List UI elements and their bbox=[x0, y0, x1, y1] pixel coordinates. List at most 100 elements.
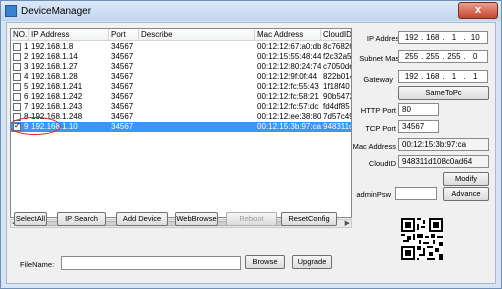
file-name-label: FileName: bbox=[20, 260, 55, 269]
table-row[interactable]: 4 192.168.1.28 34567 00:12:12:9f:0f:44 822b0… bbox=[11, 72, 351, 82]
web-browse-button[interactable]: WebBrowse bbox=[175, 212, 218, 226]
tcp-port-label: TCP Port bbox=[365, 124, 396, 133]
table-row[interactable]: 3 192.168.1.27 34567 00:12:12:80:24:74 c7050… bbox=[11, 62, 352, 72]
cell-mac: 00:12:12:67:a0:db bbox=[257, 42, 321, 51]
gw-seg-4: 1 bbox=[472, 72, 478, 81]
cell-port: 34567 bbox=[111, 62, 134, 71]
row-checkbox[interactable] bbox=[13, 73, 21, 81]
same-to-pc-button[interactable]: SameToPc bbox=[398, 86, 489, 100]
select-all-button[interactable]: SelectAll bbox=[14, 212, 47, 226]
cloud-id-label: CloudID bbox=[368, 159, 396, 168]
cell-port: 34567 bbox=[111, 92, 134, 101]
add-device-button[interactable]: Add Device bbox=[116, 212, 168, 226]
cell-describe bbox=[139, 122, 255, 132]
tcp-port-field[interactable]: 34567 bbox=[398, 120, 439, 133]
gw-seg-3: 1 bbox=[451, 72, 457, 81]
cell-describe bbox=[139, 62, 255, 72]
row-checkbox[interactable] bbox=[13, 83, 21, 91]
table-row[interactable]: 6 192.168.1.242 34567 00:12:12:fc:58:21 90b5… bbox=[11, 92, 352, 102]
cell-cloud: 90b5472 bbox=[323, 92, 352, 101]
file-name-field[interactable] bbox=[61, 256, 241, 270]
gw-seg-2: 168 bbox=[426, 72, 440, 81]
cell-ip: 192.168.1.27 bbox=[31, 62, 78, 71]
row-checkbox[interactable] bbox=[13, 103, 21, 111]
cell-ip: 192.168.1.242 bbox=[31, 92, 83, 101]
cell-port: 34567 bbox=[111, 72, 134, 81]
cell-mac: 00:12:12:fc:58:21 bbox=[257, 92, 319, 101]
ip-seg-1: 192 bbox=[404, 33, 419, 42]
table-row[interactable]: 1 192.168.1.8 34567 00:12:12:67:a0:db 8c7682… bbox=[11, 42, 352, 52]
mac-address-field[interactable]: 00:12:15:3b:97:ca bbox=[398, 138, 489, 151]
table-row[interactable]: 9192.168.1.103456700:12:15:3b:97:ca94831… bbox=[11, 121, 351, 132]
admin-password-field[interactable] bbox=[395, 187, 437, 200]
table-header: NO. IP Address Port Describe Mac Address… bbox=[11, 29, 351, 41]
device-manager-window: DeviceManager x NO. IP Address Port Desc… bbox=[0, 0, 502, 289]
close-button[interactable]: x bbox=[458, 2, 498, 19]
col-ip[interactable]: IP Address bbox=[29, 29, 109, 41]
window-title: DeviceManager bbox=[21, 6, 92, 17]
col-describe[interactable]: Describe bbox=[139, 29, 255, 41]
cell-cloud: c7050de bbox=[323, 62, 352, 71]
mask-seg-2: 255 bbox=[426, 52, 440, 61]
row-checkbox[interactable] bbox=[13, 63, 21, 71]
cell-mac: 00:12:15:55:48:44 bbox=[257, 52, 321, 61]
mask-seg-1: 255 bbox=[404, 52, 419, 61]
ip-search-button[interactable]: IP Search bbox=[57, 212, 106, 226]
reboot-button[interactable]: Reboot bbox=[226, 212, 277, 226]
row-checkbox[interactable] bbox=[13, 93, 21, 101]
cell-ip: 192.168.1.14 bbox=[31, 52, 78, 61]
browse-button[interactable]: Browse bbox=[245, 255, 285, 269]
col-mac[interactable]: Mac Address bbox=[255, 29, 321, 41]
table-row[interactable]: 8 192.168.1.248 34567 00:12:12:ee:38:80 7d57… bbox=[11, 112, 352, 122]
cell-port: 34567 bbox=[111, 122, 134, 131]
cell-port: 34567 bbox=[111, 102, 134, 111]
gateway-label: Gateway bbox=[363, 75, 393, 84]
row-checkbox[interactable] bbox=[13, 43, 21, 51]
table-row[interactable]: 2 192.168.1.14 34567 00:12:15:55:48:44 f2c32… bbox=[11, 52, 351, 62]
cloud-id-field[interactable]: 948311d108c0ad64 bbox=[398, 155, 489, 168]
upgrade-button[interactable]: Upgrade bbox=[292, 255, 332, 269]
qr-code-image bbox=[401, 218, 443, 260]
cell-cloud: 7d57c49 bbox=[323, 112, 352, 121]
mask-seg-4: 0 bbox=[472, 52, 478, 61]
mask-seg-3: 255 bbox=[447, 52, 461, 61]
cell-mac: 00:12:12:ee:38:80 bbox=[257, 112, 321, 121]
col-port[interactable]: Port bbox=[109, 29, 139, 41]
cell-ip: 192.168.1.8 bbox=[31, 42, 74, 51]
http-port-label: HTTP Port bbox=[360, 106, 396, 115]
cell-describe bbox=[139, 42, 255, 52]
gw-seg-1: 192 bbox=[404, 72, 419, 81]
cell-port: 34567 bbox=[111, 42, 134, 51]
title-bar: DeviceManager x bbox=[1, 1, 501, 21]
table-row[interactable]: 7 192.168.1.243 34567 00:12:12:fc:57:dc fd4d… bbox=[11, 102, 351, 112]
cell-ip: 192.168.1.243 bbox=[31, 102, 83, 111]
col-cloud[interactable]: CloudID bbox=[321, 29, 351, 41]
cell-ip: 192.168.1.28 bbox=[31, 72, 78, 81]
table-row[interactable]: 5 192.168.1.241 34567 00:12:12:fc:55:43 1f18… bbox=[11, 82, 351, 92]
cell-describe bbox=[139, 102, 255, 112]
ip-address-label: IP Address bbox=[366, 34, 403, 43]
cell-describe bbox=[139, 52, 255, 62]
cell-port: 34567 bbox=[111, 82, 134, 91]
gateway-field[interactable]: 192. 168. 1. 1 bbox=[398, 70, 488, 83]
advance-button[interactable]: Advance bbox=[443, 187, 489, 201]
subnet-mask-field[interactable]: 255. 255. 255. 0 bbox=[398, 50, 488, 63]
ip-seg-3: 1 bbox=[451, 33, 457, 42]
cell-mac: 00:12:12:fc:57:dc bbox=[257, 102, 319, 111]
scroll-right-icon[interactable]: ▶ bbox=[345, 219, 350, 227]
mac-address-label: Mac Address bbox=[352, 142, 396, 151]
reset-config-button[interactable]: ResetConfig bbox=[281, 212, 337, 226]
modify-button[interactable]: Modify bbox=[443, 172, 489, 186]
cell-mac: 00:12:12:fc:55:43 bbox=[257, 82, 319, 91]
device-table: NO. IP Address Port Describe Mac Address… bbox=[10, 28, 352, 218]
cell-cloud: 8c76826 bbox=[323, 42, 352, 51]
cell-mac: 00:12:12:80:24:74 bbox=[257, 62, 321, 71]
cell-describe bbox=[139, 92, 255, 102]
app-icon bbox=[5, 5, 17, 17]
row-checkbox[interactable] bbox=[13, 53, 21, 61]
http-port-field[interactable]: 80 bbox=[398, 103, 439, 116]
ip-address-field[interactable]: 192. 168. 1. 10 bbox=[398, 31, 488, 44]
cell-port: 34567 bbox=[111, 52, 134, 61]
col-no[interactable]: NO. bbox=[11, 29, 29, 41]
ip-seg-4: 10 bbox=[470, 33, 480, 42]
